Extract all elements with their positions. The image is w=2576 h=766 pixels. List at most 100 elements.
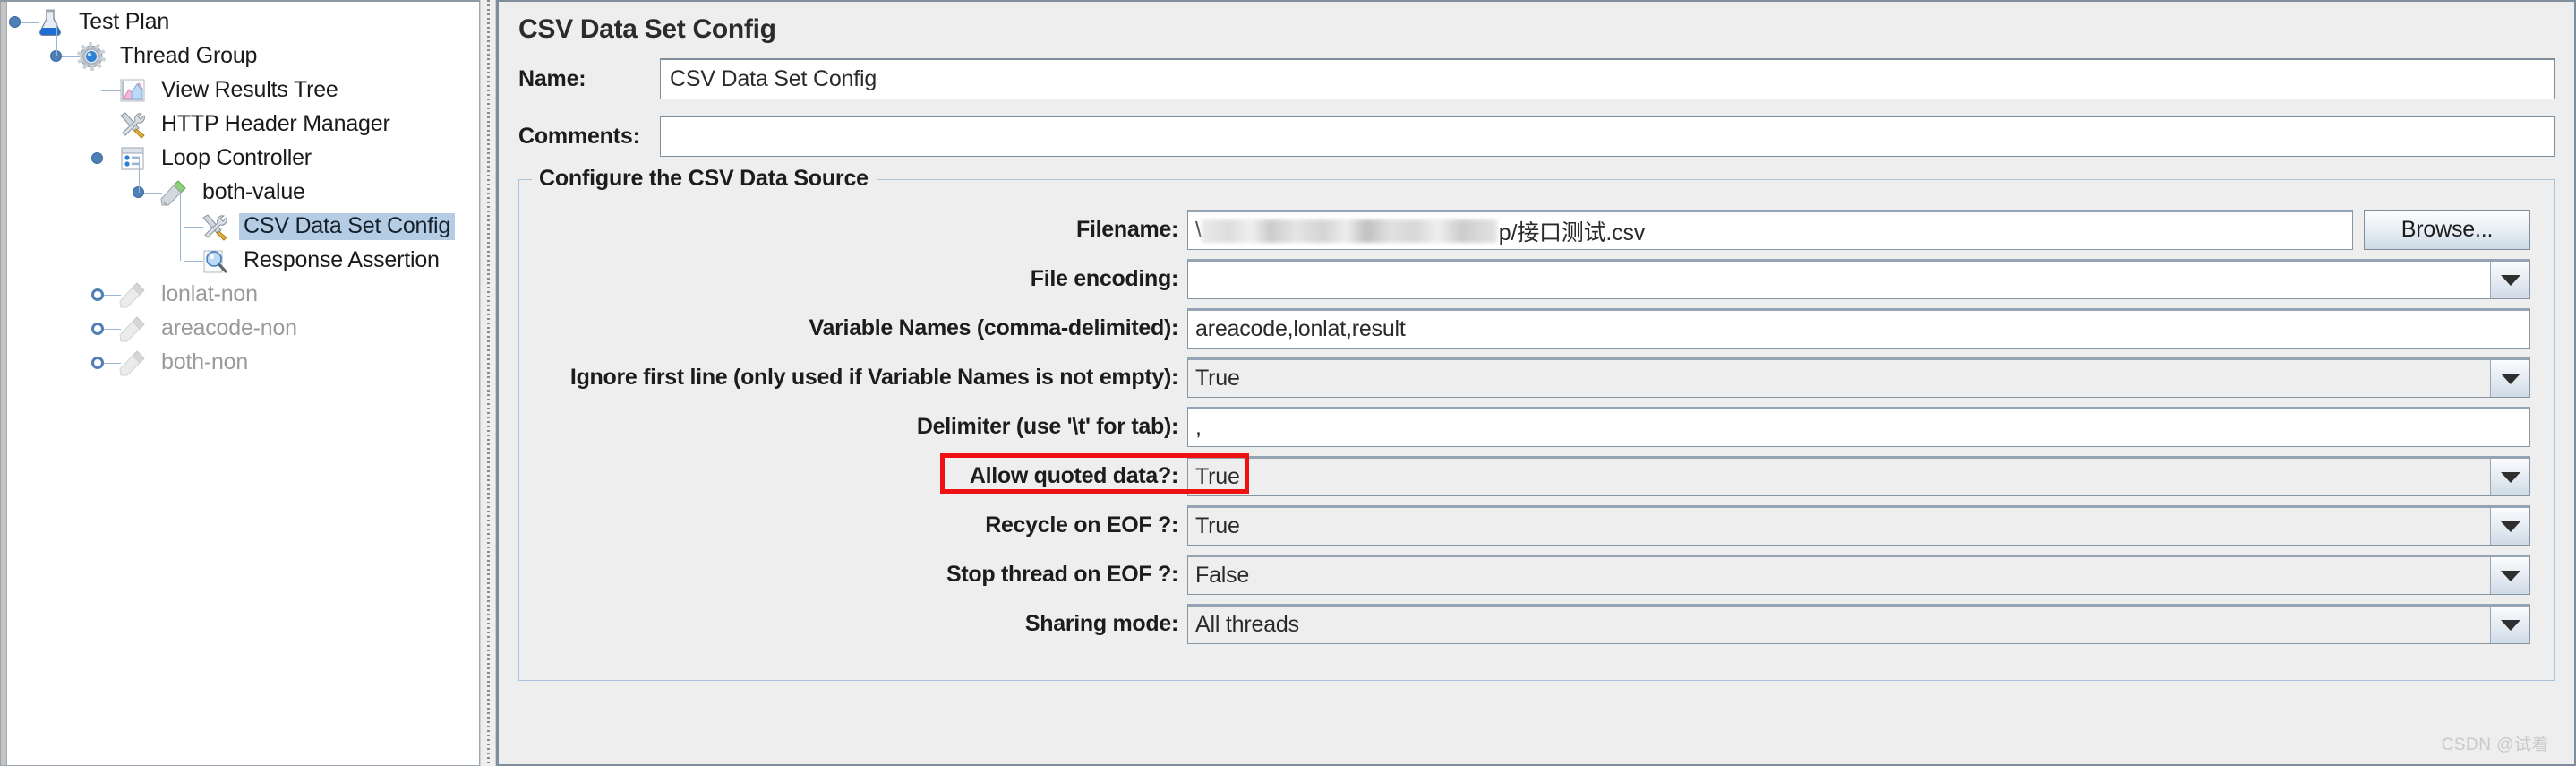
tree-connector	[180, 193, 181, 261]
csv-config-form: Filename: \ p/接口测试.csv Browse... File encodi…	[543, 205, 2530, 649]
form-row-variable-names-comma-delimited: Variable Names (comma-delimited): areacod…	[543, 304, 2530, 353]
tree-item-label: Test Plan	[79, 9, 170, 34]
tree-item-both-non[interactable]: both-non	[8, 346, 479, 380]
tree-connector	[101, 90, 121, 91]
dropdown-value: True	[1188, 508, 2490, 545]
field-control	[1187, 259, 2530, 299]
field-label: Recycle on EOF ?:	[985, 512, 1178, 538]
dropdown-toggle[interactable]	[2490, 459, 2529, 495]
tree-item-label: areacode-non	[161, 315, 297, 340]
jmeter-window: Test Plan Thread Group View Results Tree HT…	[0, 0, 2576, 766]
tree-connector	[101, 329, 121, 330]
tree-connector	[101, 363, 121, 364]
field-label: File encoding:	[1030, 266, 1179, 291]
field-control: True	[1187, 505, 2530, 546]
tree-item-label: both-non	[161, 349, 249, 374]
test-plan-tree: Test Plan Thread Group View Results Tree HT…	[8, 2, 479, 765]
view-results-tree-icon	[117, 75, 148, 106]
filename-visible-part: p/接口测试.csv	[1498, 219, 1646, 245]
form-row-stop-thread-on-eof: Stop thread on EOF ?: False	[543, 550, 2530, 599]
http-sampler-icon	[117, 314, 148, 344]
tree-connector	[101, 295, 121, 296]
tree-item-both-value[interactable]: both-value	[8, 176, 479, 210]
dropdown[interactable]: True	[1187, 357, 2530, 398]
tree-item-areacode-non[interactable]: areacode-non	[8, 312, 479, 346]
http-header-manager-icon	[117, 109, 148, 140]
tree-item-label: lonlat-non	[161, 281, 258, 306]
tree-connector	[19, 22, 39, 23]
panel-splitter[interactable]	[480, 0, 496, 766]
dropdown[interactable]: False	[1187, 555, 2530, 595]
splitter-grip-icon	[487, 0, 490, 766]
field-control: True	[1187, 357, 2530, 398]
name-label: Name:	[518, 65, 586, 91]
field-control: False	[1187, 555, 2530, 595]
field-label: Ignore first line (only used if Variable…	[569, 365, 1178, 390]
path-prefix: \	[1195, 218, 1202, 243]
chevron-down-icon	[2500, 471, 2520, 483]
tree-connector	[184, 261, 203, 262]
form-row-ignore-first-line-only-used-if-variable-names-is-not-empty: Ignore first line (only used if Variable…	[543, 353, 2530, 402]
tree-item-loop-controller[interactable]: Loop Controller	[8, 142, 479, 176]
field-label: Stop thread on EOF ?:	[946, 562, 1178, 587]
http-sampler-icon	[117, 348, 148, 378]
name-input[interactable]: CSV Data Set Config	[660, 58, 2555, 99]
dropdown[interactable]	[1187, 259, 2530, 299]
field-control: All threads	[1187, 604, 2530, 644]
form-row-filename: Filename: \ p/接口测试.csv Browse...	[543, 205, 2530, 254]
dropdown[interactable]: True	[1187, 456, 2530, 496]
dropdown-value: All threads	[1188, 607, 2490, 643]
text-input[interactable]: ,	[1187, 407, 2530, 447]
form-row-allow-quoted-data: Allow quoted data?: True	[543, 452, 2530, 501]
tree-item-test-plan[interactable]: Test Plan	[8, 5, 479, 39]
dropdown-value: True	[1188, 360, 2490, 397]
csv-data-set-config-panel: CSV Data Set Config Name: CSV Data Set C…	[496, 0, 2576, 766]
comments-input[interactable]	[660, 116, 2555, 157]
field-label: Allow quoted data?:	[969, 463, 1178, 488]
field-control: \ p/接口测试.csv Browse...	[1187, 210, 2530, 250]
field-label: Sharing mode:	[1024, 611, 1178, 636]
dropdown[interactable]: All threads	[1187, 604, 2530, 644]
redacted-path	[1201, 219, 1497, 243]
tree-item-label: CSV Data Set Config	[239, 213, 456, 240]
dropdown[interactable]: True	[1187, 505, 2530, 546]
form-row-sharing-mode: Sharing mode: All threads	[543, 599, 2530, 649]
form-row-file-encoding: File encoding:	[543, 254, 2530, 304]
form-row-recycle-on-eof: Recycle on EOF ?: True	[543, 501, 2530, 550]
tree-scrollbar[interactable]	[1, 2, 7, 765]
tree-item-response-assertion[interactable]: Response Assertion	[8, 244, 479, 278]
tree-item-lonlat-non[interactable]: lonlat-non	[8, 278, 479, 312]
tree-expand-handle[interactable]	[9, 16, 21, 28]
dropdown-toggle[interactable]	[2490, 607, 2529, 643]
tree-item-view-results-tree[interactable]: View Results Tree	[8, 73, 479, 108]
tree-item-http-header-manager[interactable]: HTTP Header Manager	[8, 108, 479, 142]
chevron-down-icon	[2500, 373, 2520, 384]
tree-connector	[60, 56, 80, 57]
filename-input[interactable]: \ p/接口测试.csv	[1187, 210, 2353, 250]
csv-data-set-config-icon	[200, 211, 230, 242]
tree-item-label: HTTP Header Manager	[161, 111, 390, 136]
tree-item-label: Thread Group	[120, 43, 258, 68]
loop-controller-icon	[117, 143, 148, 174]
browse-button[interactable]: Browse...	[2364, 210, 2530, 250]
dropdown-value	[1188, 262, 2490, 298]
dropdown-toggle[interactable]	[2490, 557, 2529, 594]
tree-connector	[139, 159, 140, 193]
page-title: CSV Data Set Config	[518, 14, 776, 44]
field-control: areacode,lonlat,result	[1187, 308, 2530, 349]
text-input[interactable]: areacode,lonlat,result	[1187, 308, 2530, 349]
dropdown-value: True	[1188, 459, 2490, 495]
tree-item-csv-data-set-config[interactable]: CSV Data Set Config	[8, 210, 479, 244]
chevron-down-icon	[2500, 570, 2520, 581]
chevron-down-icon	[2500, 619, 2520, 631]
dropdown-toggle[interactable]	[2490, 262, 2529, 298]
thread-group-icon	[76, 41, 107, 72]
tree-item-label: View Results Tree	[161, 77, 338, 102]
tree-item-label: both-value	[202, 179, 305, 204]
dropdown-toggle[interactable]	[2490, 508, 2529, 545]
dropdown-toggle[interactable]	[2490, 360, 2529, 397]
tree-connector	[142, 193, 162, 194]
csv-data-source-group: Configure the CSV Data Source Filename: \…	[518, 166, 2555, 681]
field-label: Filename:	[1076, 217, 1178, 242]
tree-connector	[184, 227, 203, 228]
